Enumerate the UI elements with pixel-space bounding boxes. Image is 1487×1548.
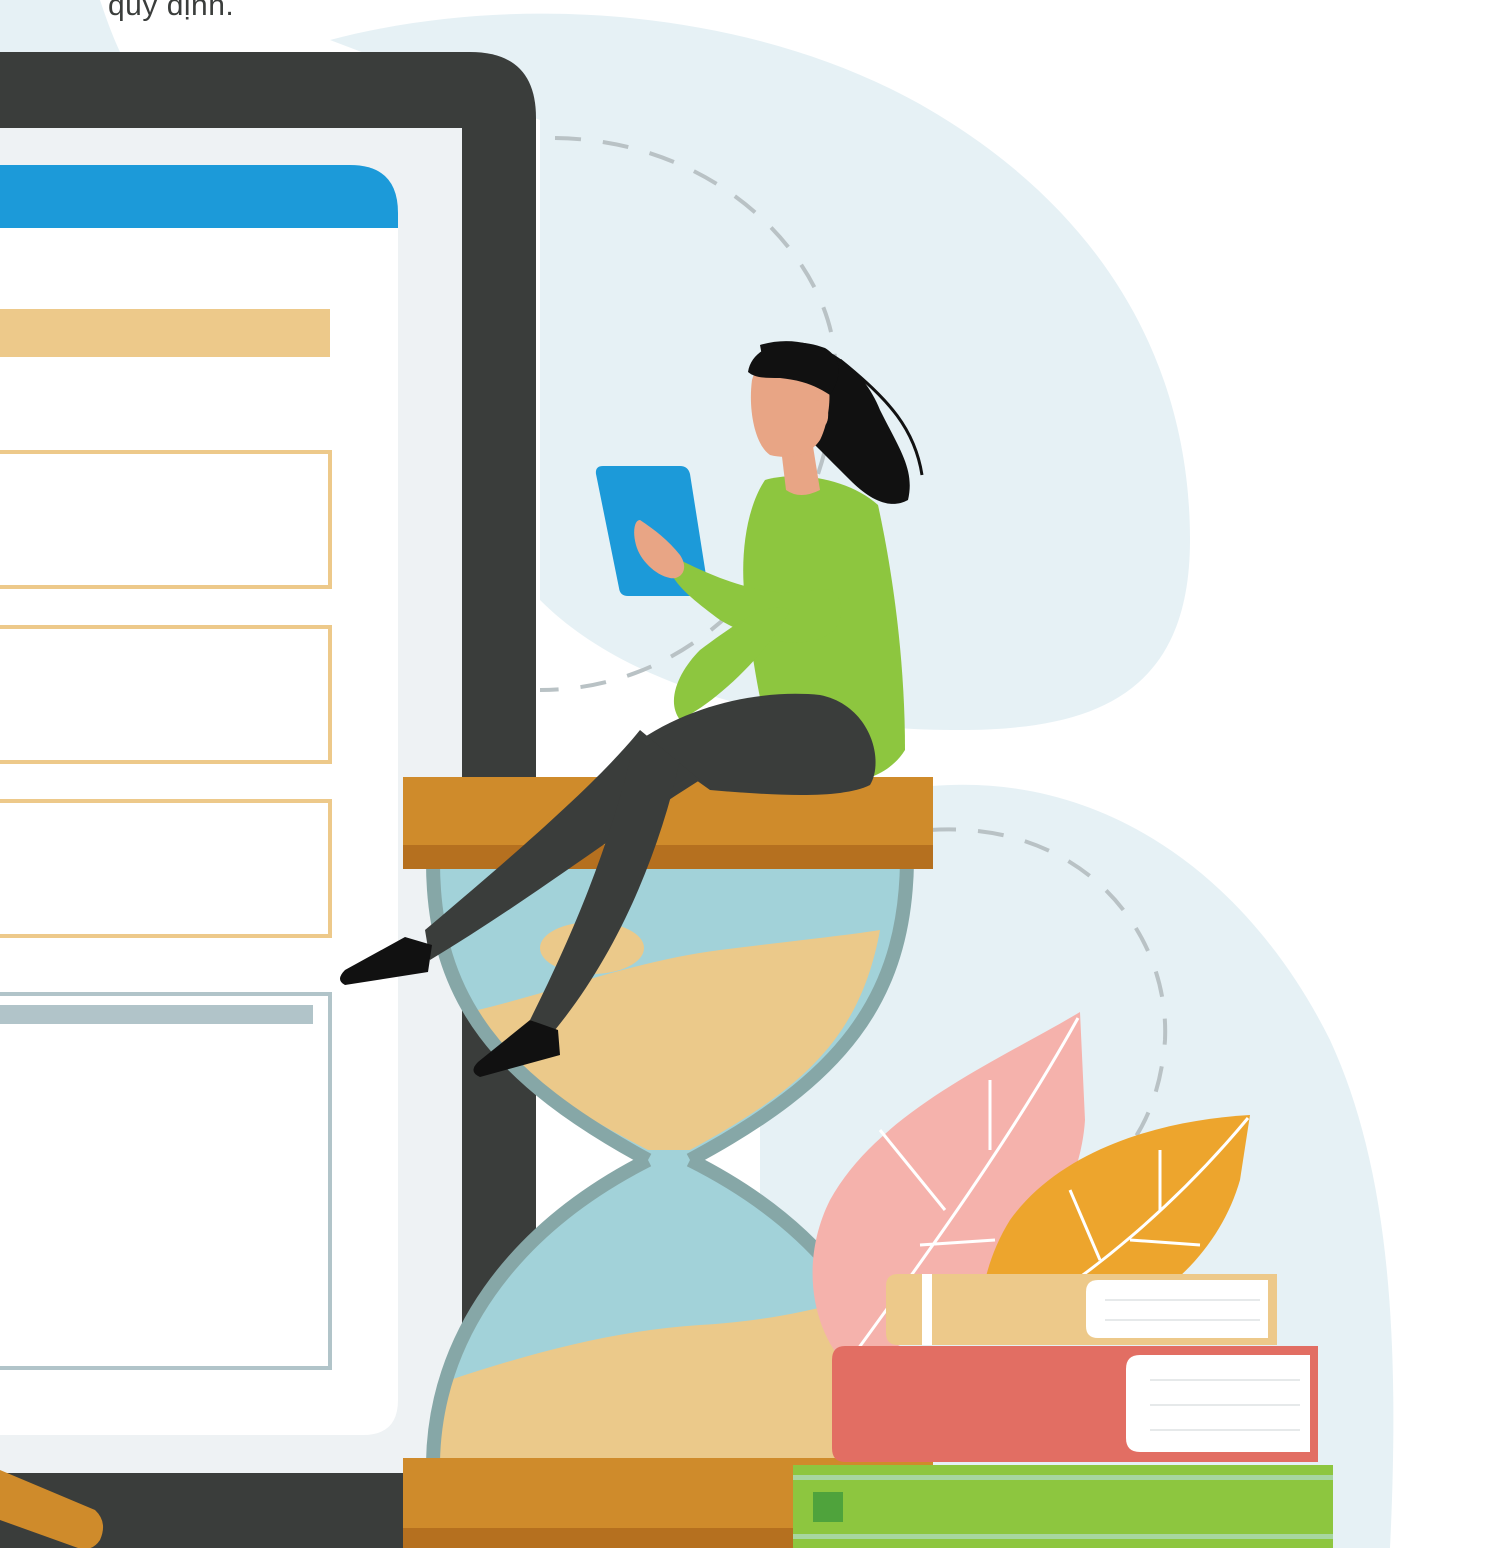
illustration [0,0,1394,1548]
form-field-2 [0,625,332,764]
text-area [0,992,332,1370]
form-field-1 [0,450,332,589]
caption-text: quy định. [108,0,235,22]
book-bottom-stripe-2 [793,1534,1333,1539]
text-area-bar [0,1005,313,1024]
hourglass-top-cap-shadow [403,845,933,869]
screen-header-bar [0,165,398,228]
book-top-pages [1086,1280,1268,1338]
book-middle-pages [1126,1355,1310,1452]
form-field-3 [0,799,332,938]
book-bottom-label [813,1492,843,1522]
book-top-spine-band [922,1274,932,1345]
screen-title-placeholder [0,309,330,357]
book-bottom-stripe-1 [793,1475,1333,1480]
